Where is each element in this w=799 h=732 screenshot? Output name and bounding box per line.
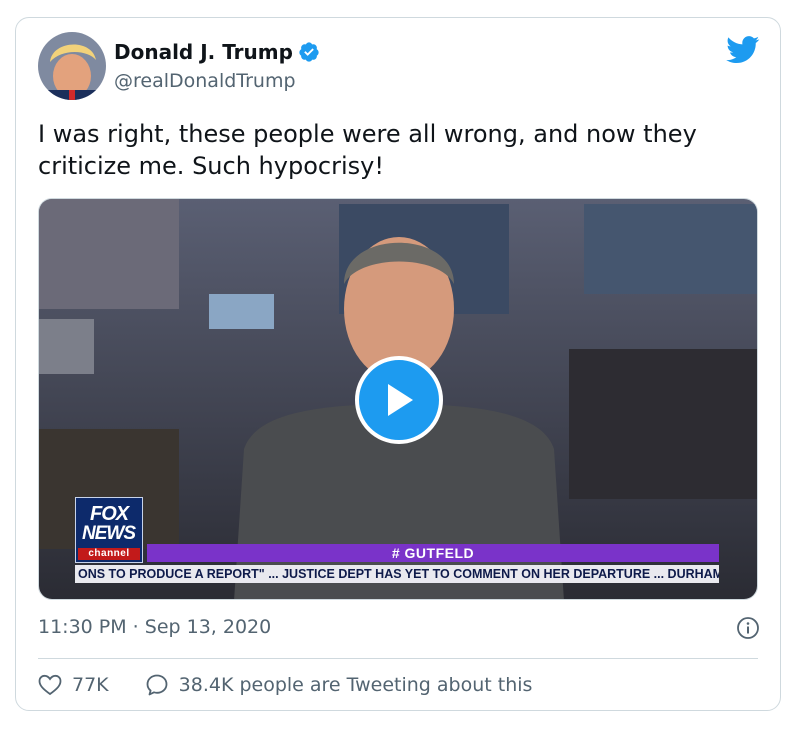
info-icon[interactable] (736, 616, 760, 640)
play-icon (388, 384, 413, 416)
heart-icon (38, 674, 62, 696)
tweeting-about-label: 38.4K people are Tweeting about this (178, 674, 533, 696)
engagement-bar: 77K 38.4K people are Tweeting about this (38, 673, 532, 697)
tweet-timestamp[interactable]: 11:30 PM · Sep 13, 2020 (38, 616, 271, 638)
tweet-card[interactable]: Donald J. Trump @realDonaldTrump I was r… (15, 17, 781, 711)
logo-line-fox: FOX (90, 503, 129, 525)
author-name[interactable]: Donald J. Trump (114, 40, 293, 64)
like-button[interactable]: 77K (38, 674, 109, 696)
like-count: 77K (72, 674, 109, 696)
play-button[interactable] (355, 356, 443, 444)
author-handle[interactable]: @realDonaldTrump (114, 70, 296, 92)
chyron-ticker: ONS TO PRODUCE A REPORT" ... JUSTICE DEP… (75, 565, 719, 583)
chyron-tag: # GUTFELD (147, 544, 719, 562)
logo-line-news: NEWS (82, 523, 136, 544)
verified-badge-icon (299, 42, 319, 62)
twitter-bird-icon[interactable] (726, 36, 760, 64)
logo-line-channel: channel (78, 548, 140, 560)
fox-news-logo: FOX NEWS channel (75, 497, 143, 563)
avatar[interactable] (38, 32, 106, 100)
video-player[interactable]: FOX NEWS channel # GUTFELD ONS TO PRODUC… (38, 198, 758, 600)
reply-bubble-icon (146, 674, 168, 696)
tweeting-about-link[interactable]: 38.4K people are Tweeting about this (145, 673, 533, 697)
divider (38, 658, 758, 659)
tweet-text: I was right, these people were all wrong… (38, 120, 697, 180)
